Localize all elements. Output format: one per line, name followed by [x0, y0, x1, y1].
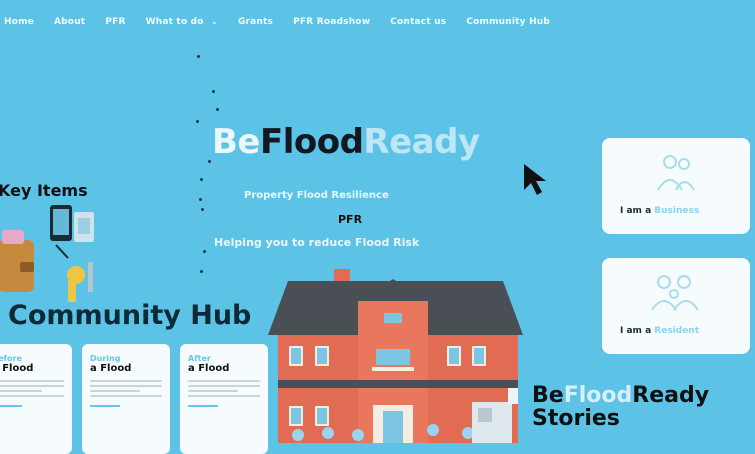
business-card[interactable]: I am a Business [602, 138, 750, 234]
nav-what-to-do-label: What to do [145, 17, 204, 27]
nav-what-to-do[interactable]: What to do ⌄ [146, 17, 218, 27]
be-flood-ready-stories-title[interactable]: BeFloodReady Stories [532, 384, 709, 430]
read-more-link[interactable] [0, 405, 22, 407]
hero-subtitle-pfr: PFR [338, 213, 363, 226]
nav-contact-us[interactable]: Contact us [390, 17, 446, 27]
community-hub-cards: Before a Flood During a Flood After a Fl… [0, 344, 268, 454]
card-after-flood[interactable]: After a Flood [180, 344, 268, 454]
community-hub-title: Community Hub [8, 300, 252, 331]
stories-label: Stories [532, 406, 620, 432]
chevron-down-icon: ⌄ [211, 17, 218, 26]
hero-title-flood: Flood [259, 122, 364, 162]
read-more-link[interactable] [188, 405, 218, 407]
key-items-illustration [0, 205, 94, 302]
phone-icon [50, 205, 94, 242]
stories-be: Be [532, 383, 564, 408]
nav-community-hub[interactable]: Community Hub [466, 17, 550, 27]
hero-subtitle-pfr-full: Property Flood Resilience [244, 190, 389, 201]
card-heading: a Flood [0, 363, 34, 374]
card-kicker: Before [0, 354, 22, 363]
nav-pfr-roadshow[interactable]: PFR Roadshow [293, 17, 370, 27]
hero-tagline: Helping you to reduce Flood Risk [214, 236, 420, 249]
business-card-label: I am a Business [620, 206, 700, 216]
mouse-cursor-icon [524, 164, 546, 195]
wallet-icon [0, 230, 34, 292]
nav-grants[interactable]: Grants [238, 17, 273, 27]
resident-card[interactable]: I am a Resident [602, 258, 750, 354]
hero-title-ready: Ready [363, 122, 480, 162]
card-during-flood[interactable]: During a Flood [82, 344, 170, 454]
nav-home[interactable]: Home [4, 17, 34, 27]
read-more-link[interactable] [90, 405, 120, 407]
top-navigation: Home About PFR What to do ⌄ Grants PFR R… [0, 10, 755, 34]
resident-card-label: I am a Resident [620, 326, 700, 336]
card-kicker: After [188, 354, 211, 363]
stories-ready: Ready [632, 383, 710, 408]
resident-family-icon [651, 275, 699, 311]
card-kicker: During [90, 354, 121, 363]
card-heading: a Flood [188, 363, 230, 374]
keys-icon [55, 244, 93, 302]
card-heading: a Flood [90, 363, 132, 374]
hero-title: BeFloodReady [212, 122, 480, 162]
nav-pfr[interactable]: PFR [105, 17, 125, 27]
hero-title-be: Be [212, 122, 260, 162]
business-people-icon [657, 155, 695, 191]
key-items-title: Key Items [0, 181, 88, 200]
card-before-flood[interactable]: Before a Flood [0, 344, 72, 454]
stories-flood: Flood [563, 383, 633, 408]
nav-about[interactable]: About [54, 17, 85, 27]
stories-photo-icon [472, 388, 518, 443]
